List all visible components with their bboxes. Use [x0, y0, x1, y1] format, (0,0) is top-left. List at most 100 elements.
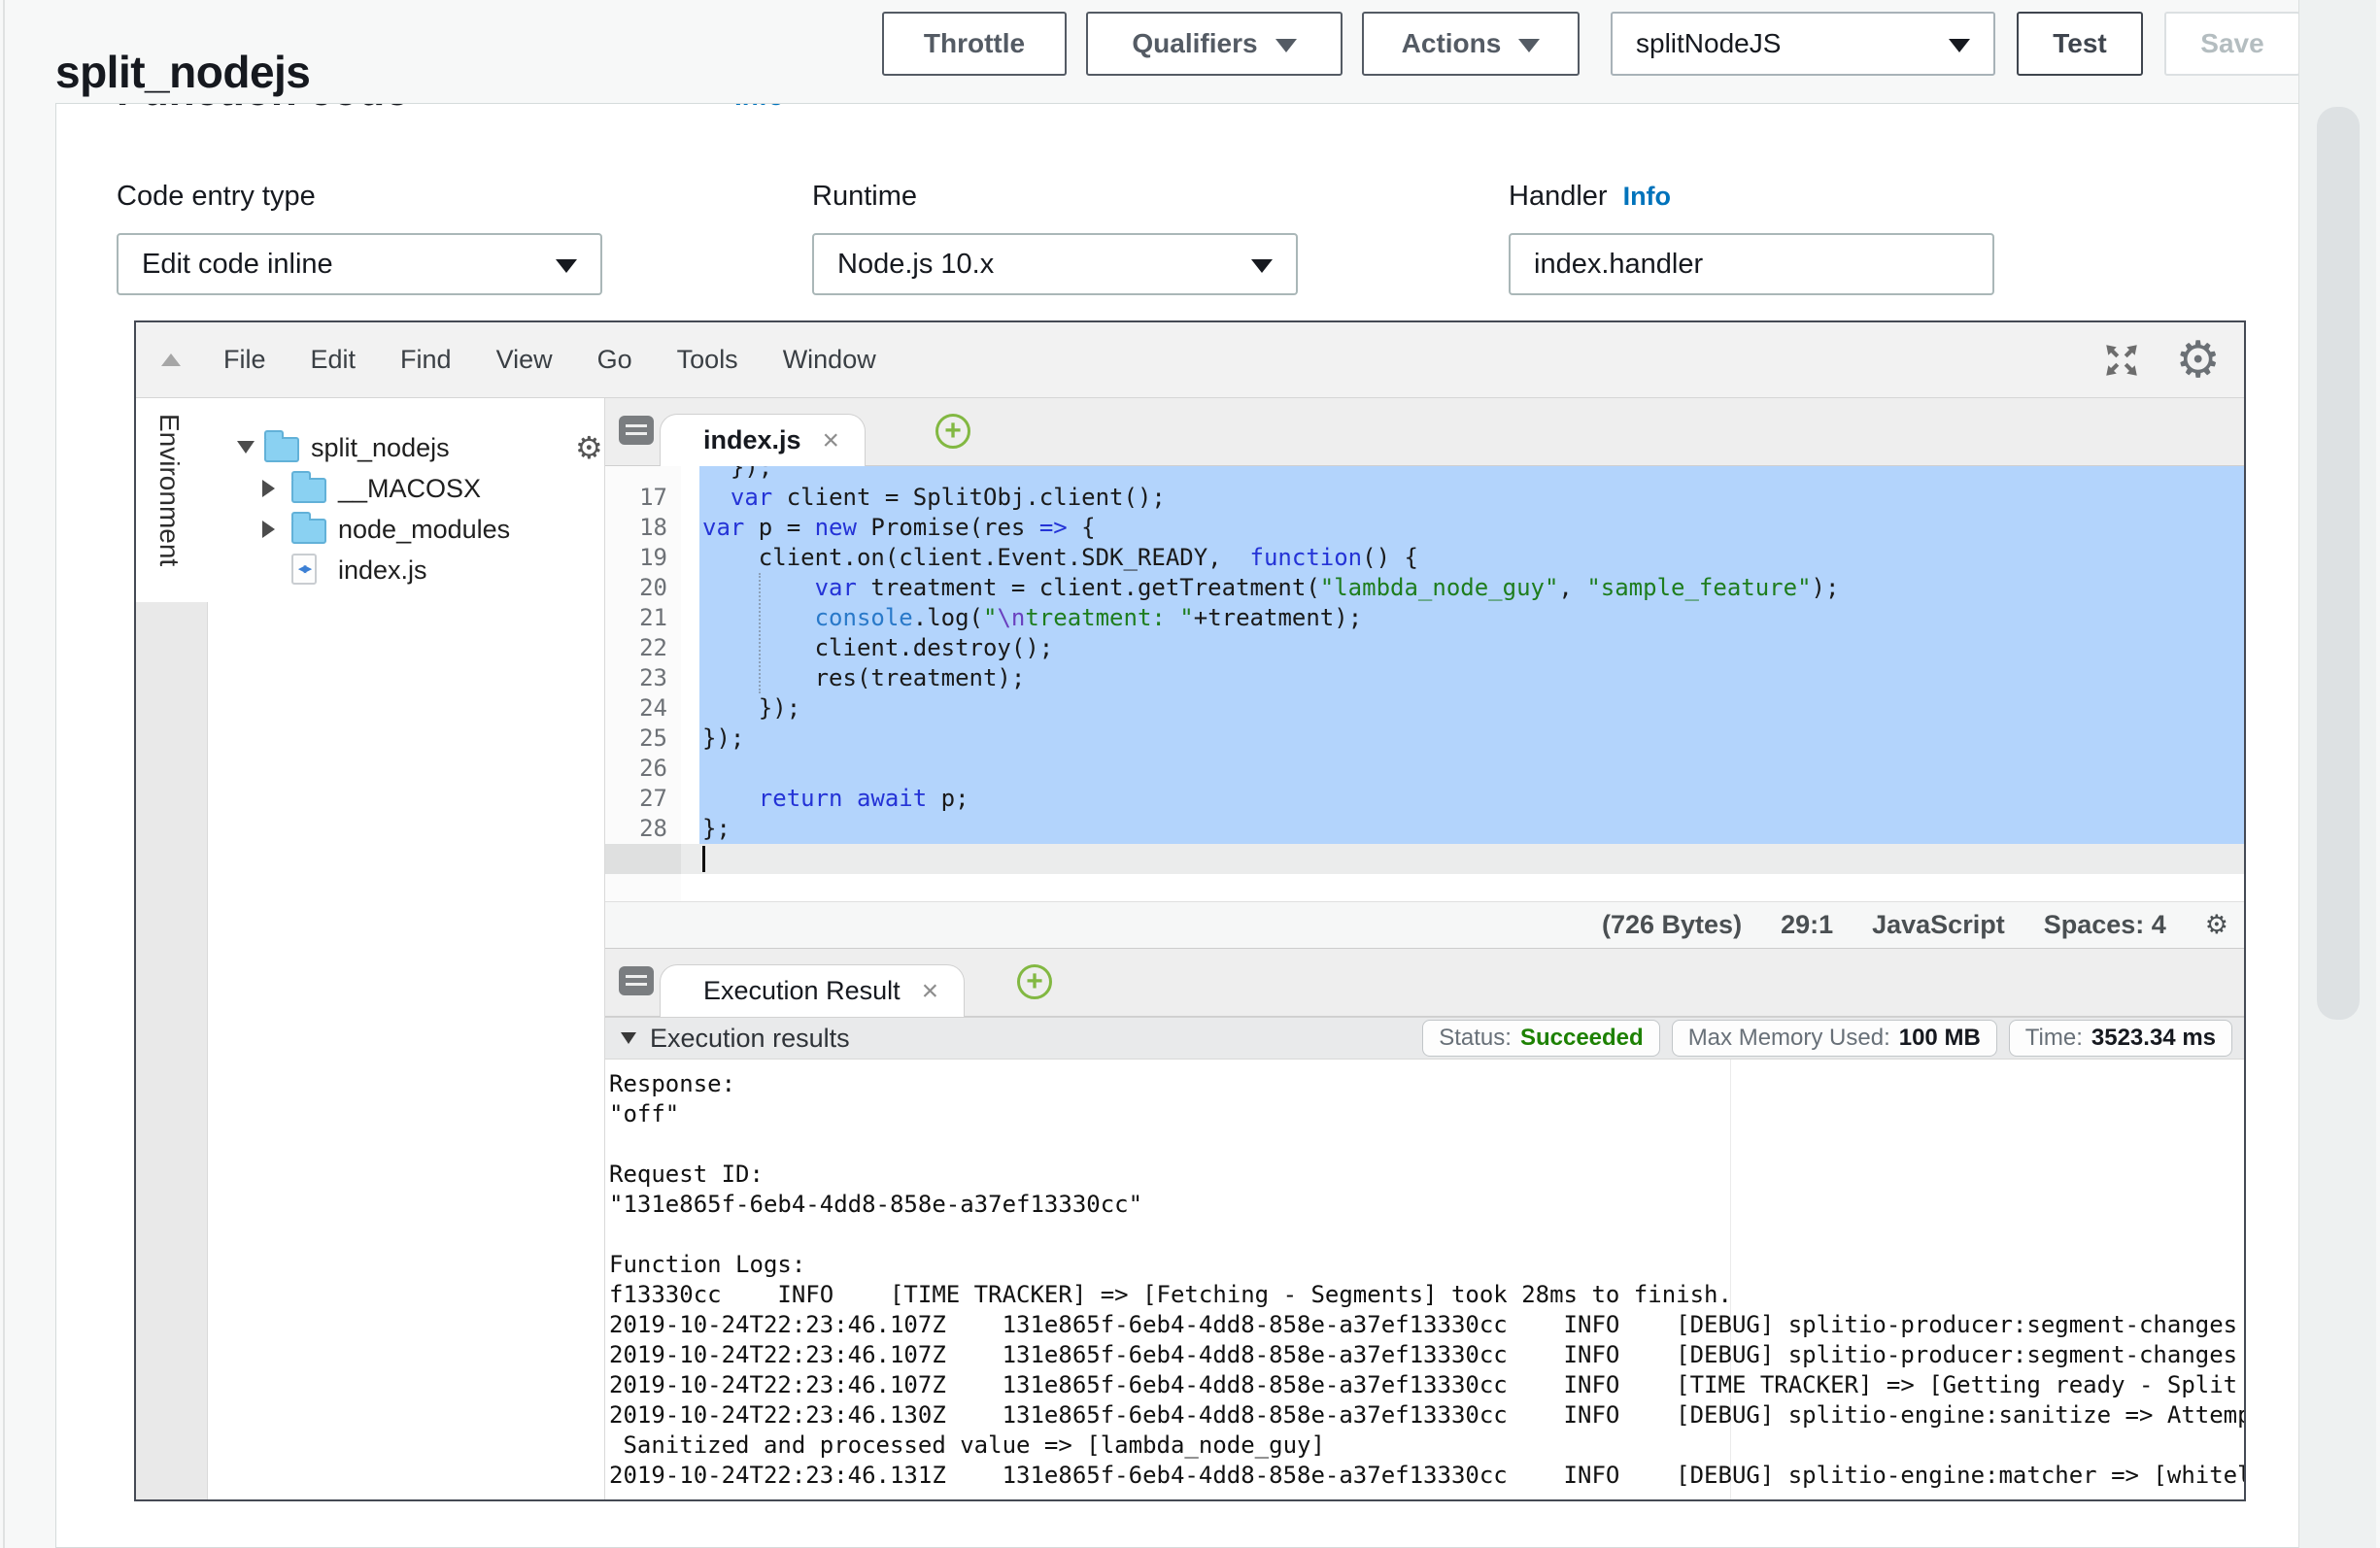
left-dock-strip: Environment [136, 398, 208, 1499]
tab-index-js-label: index.js [703, 425, 801, 455]
text-cursor [702, 846, 705, 872]
page-scrollbar-thumb[interactable] [2317, 107, 2360, 1020]
chevron-down-icon [1275, 39, 1297, 52]
badge-status-: Status:Succeeded [1422, 1020, 1659, 1057]
line-number: 22 [605, 633, 667, 663]
function-code-heading: Function code [117, 104, 409, 116]
chevron-down-icon [1518, 39, 1540, 52]
menu-item-file[interactable]: File [223, 345, 266, 375]
tree-item-split-nodejs[interactable]: split_nodejs ⚙ [208, 427, 604, 468]
line-number: 23 [605, 663, 667, 693]
line-number: 27 [605, 784, 667, 814]
tab-execution-result[interactable]: Execution Result × [660, 964, 965, 1017]
tree-item-node-modules[interactable]: node_modules [208, 509, 604, 550]
code-line-16: }); [702, 466, 772, 483]
indent-guide [759, 573, 761, 693]
throttle-label: Throttle [924, 28, 1025, 59]
code-line-28: }; [702, 814, 731, 844]
runtime-value: Node.js 10.x [837, 249, 994, 281]
handler-value: index.handler [1534, 249, 1703, 281]
selection-highlight [699, 466, 2244, 483]
status-item-3: Spaces: 4 [2044, 910, 2166, 940]
collapse-results-icon[interactable] [621, 1032, 636, 1044]
active-line-highlight [605, 844, 2244, 874]
runtime-label: Runtime [812, 181, 917, 213]
menu-item-view[interactable]: View [496, 345, 553, 375]
page-left-rule [3, 0, 5, 1548]
line-number: 28 [605, 814, 667, 844]
tab-list-icon[interactable] [619, 966, 654, 995]
clipped-section-heading: Function code Info [56, 104, 2291, 119]
close-icon[interactable]: × [922, 975, 939, 1008]
code-editor[interactable]: 17181920212223242526272829 }); var clien… [605, 466, 2244, 901]
tab-list-icon[interactable] [619, 416, 654, 445]
selection-highlight [699, 814, 2244, 844]
ide-settings-gear-icon[interactable]: ⚙ [2175, 331, 2221, 389]
tree-item-index-js[interactable]: ◂▸index.js [208, 550, 604, 590]
chevron-right-icon[interactable] [262, 521, 275, 538]
tree-item-label: node_modules [338, 515, 510, 545]
line-number: 21 [605, 603, 667, 633]
status-item-1[interactable]: 29:1 [1781, 910, 1833, 940]
selection-highlight [699, 724, 2244, 754]
new-tab-icon[interactable]: + [935, 414, 970, 449]
status-item-0: (726 Bytes) [1602, 910, 1742, 940]
fullscreen-icon[interactable] [2101, 340, 2142, 381]
collapse-menubar-icon[interactable] [161, 353, 181, 366]
menu-item-go[interactable]: Go [597, 345, 632, 375]
code-entry-type-select[interactable]: Edit code inline [117, 233, 602, 295]
test-button[interactable]: Test [2017, 12, 2143, 76]
result-badges: Status:SucceededMax Memory Used:100 MBTi… [1422, 1020, 2232, 1057]
tree-item--macosx[interactable]: __MACOSX [208, 468, 604, 509]
handler-input[interactable]: index.handler [1509, 233, 1994, 295]
menu-item-window[interactable]: Window [783, 345, 876, 375]
info-link[interactable]: Info [734, 104, 784, 112]
handler-info-link[interactable]: Info [1623, 182, 1671, 212]
line-number: 26 [605, 754, 667, 784]
line-number: 24 [605, 693, 667, 724]
qualifiers-button[interactable]: Qualifiers [1086, 12, 1343, 76]
menu-items: File Edit Find View Go Tools Window [223, 345, 876, 375]
menu-item-tools[interactable]: Tools [677, 345, 738, 375]
tab-execution-result-label: Execution Result [703, 976, 901, 1006]
code-line-24: }); [702, 693, 800, 724]
page-scrollbar[interactable] [2298, 0, 2376, 1548]
line-number: 25 [605, 724, 667, 754]
code-line-17: var client = SplitObj.client(); [702, 483, 1166, 513]
actions-button[interactable]: Actions [1362, 12, 1580, 76]
line-number: 17 [605, 483, 667, 513]
file-tree: split_nodejs ⚙ __MACOSX node_modules ◂▸index… [208, 398, 605, 1499]
chevron-right-icon[interactable] [262, 480, 275, 497]
menu-item-find[interactable]: Find [400, 345, 452, 375]
close-icon[interactable]: × [823, 424, 840, 457]
new-tab-icon[interactable]: + [1017, 964, 1052, 999]
line-number: 18 [605, 513, 667, 543]
code-line-25: }); [702, 724, 744, 754]
save-label: Save [2200, 28, 2263, 59]
execution-log-area[interactable]: Response: "off" Request ID: "131e865f-6e… [605, 1060, 2244, 1499]
chevron-down-icon[interactable] [237, 441, 255, 454]
tab-index-js[interactable]: index.js × [660, 414, 866, 466]
active-line-gutter [605, 844, 681, 874]
code-line-19: client.on(client.Event.SDK_READY, functi… [702, 543, 1418, 573]
tree-item-label: split_nodejs [311, 433, 450, 463]
editor-prefs-gear-icon[interactable]: ⚙ [2205, 910, 2228, 940]
menu-item-edit[interactable]: Edit [311, 345, 357, 375]
chevron-down-icon [556, 259, 577, 273]
runtime-select[interactable]: Node.js 10.x [812, 233, 1298, 295]
gear-icon: ⚙ [575, 429, 603, 466]
line-number: 19 [605, 543, 667, 573]
code-line-22: client.destroy(); [702, 633, 1053, 663]
page-title: split_nodejs [55, 46, 310, 98]
execution-results-header: Execution results Status:SucceededMax Me… [605, 1017, 2244, 1060]
line-number: 20 [605, 573, 667, 603]
js-file-icon: ◂▸ [291, 554, 317, 585]
alias-select[interactable]: splitNodeJS [1611, 12, 1995, 76]
tree-item-label: __MACOSX [338, 474, 481, 504]
editor-gutter: 17181920212223242526272829 [605, 466, 681, 901]
code-line-27: return await p; [702, 784, 969, 814]
environment-tab[interactable]: Environment [136, 398, 208, 602]
throttle-button[interactable]: Throttle [882, 12, 1067, 76]
save-button-disabled[interactable]: Save [2164, 12, 2300, 76]
chevron-down-icon [1251, 259, 1273, 273]
